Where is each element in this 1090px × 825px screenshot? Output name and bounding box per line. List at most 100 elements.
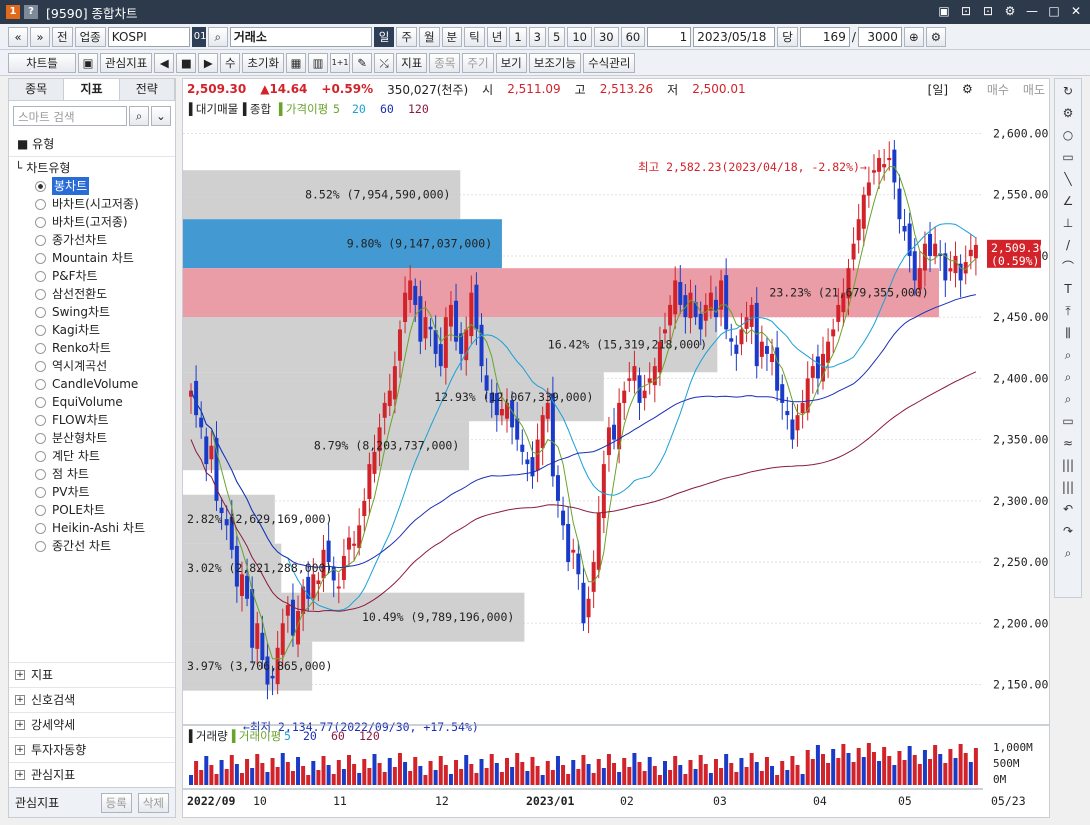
window-save-icon[interactable]: ⊡ — [958, 3, 974, 19]
period-tick-button[interactable]: 틱 — [464, 26, 485, 47]
reset-button[interactable]: 초기화 — [242, 52, 285, 73]
interval-30-button[interactable]: 30 — [593, 26, 619, 47]
radio-icon[interactable] — [35, 234, 46, 246]
tab-strategy[interactable]: 전략 — [119, 79, 175, 100]
drawing-tool-icon[interactable]: ↷ — [1058, 521, 1078, 541]
period-month-button[interactable]: 월 — [418, 26, 440, 47]
chart-type-item[interactable]: 역시계곡선 — [15, 357, 169, 375]
tree-node[interactable]: └ 차트유형 — [15, 159, 169, 177]
radio-icon[interactable] — [35, 306, 46, 318]
chart-type-item[interactable]: 종가선차트 — [15, 231, 169, 249]
chart-type-item[interactable]: 바차트(고저종) — [15, 213, 169, 231]
drawing-tool-icon[interactable]: ||| — [1058, 477, 1078, 497]
buy-button[interactable]: 매수 — [987, 81, 1009, 98]
minimize-button[interactable]: — — [1024, 3, 1040, 19]
chart-type-item[interactable]: 종간선 차트 — [15, 537, 169, 555]
radio-icon[interactable] — [35, 288, 46, 300]
name-input[interactable]: 거래소 — [229, 26, 372, 47]
prev-nav-icon[interactable]: « — [8, 26, 28, 47]
drawing-tool-icon[interactable]: ⤒ — [1058, 301, 1078, 321]
drawing-tool-icon[interactable]: / — [1058, 235, 1078, 255]
chart-type-item[interactable]: 계단 차트 — [15, 447, 169, 465]
delete-button[interactable]: 삭제 — [137, 792, 169, 813]
radio-icon[interactable] — [35, 324, 46, 336]
settings-icon[interactable]: ⚙ — [925, 26, 946, 47]
radio-icon[interactable] — [35, 486, 46, 498]
radio-icon[interactable] — [35, 432, 46, 444]
close-button[interactable]: ✕ — [1068, 3, 1084, 19]
radio-icon[interactable] — [35, 450, 46, 462]
radio-icon[interactable] — [35, 378, 46, 390]
drawing-tool-icon[interactable]: ▭ — [1058, 411, 1078, 431]
chart-type-item[interactable]: 봉차트 — [15, 177, 169, 195]
period-year-button[interactable]: 년 — [486, 26, 508, 47]
chart-template-button[interactable]: 차트틀 — [8, 52, 76, 73]
chart-type-item[interactable]: 점 차트 — [15, 465, 169, 483]
drawing-tool-icon[interactable]: ⌕ — [1058, 389, 1078, 409]
total-count-input[interactable]: 3000 — [857, 26, 902, 47]
prev-button[interactable]: 전 — [52, 26, 73, 47]
chart-settings-icon[interactable]: ⚙ — [962, 82, 973, 96]
interval-1-button[interactable]: 1 — [509, 26, 527, 47]
drawing-tool-icon[interactable]: ⊥ — [1058, 213, 1078, 233]
radio-icon[interactable] — [35, 198, 46, 210]
chart-type-item[interactable]: Mountain 차트 — [15, 249, 169, 267]
formula-manage-button[interactable]: 수식관리 — [583, 52, 636, 73]
type-button[interactable]: 업종 — [74, 26, 106, 47]
drawing-tool-icon[interactable]: T — [1058, 279, 1078, 299]
group-indicator[interactable]: + 지표 — [9, 662, 175, 687]
tab-stock[interactable]: 종목 — [9, 79, 65, 100]
radio-icon[interactable] — [35, 414, 46, 426]
chart-type-item[interactable]: 바차트(시고저종) — [15, 195, 169, 213]
group-strength[interactable]: + 강세약세 — [9, 712, 175, 737]
drawing-tool-icon[interactable]: ○ — [1058, 125, 1078, 145]
group-investor[interactable]: + 투자자동향 — [9, 737, 175, 762]
radio-icon[interactable] — [35, 522, 46, 534]
radio-icon[interactable] — [35, 396, 46, 408]
next-nav-icon[interactable]: » — [30, 26, 50, 47]
chart-type-item[interactable]: 삼선전환도 — [15, 285, 169, 303]
drawing-tool-icon[interactable]: ||| — [1058, 455, 1078, 475]
radio-icon[interactable] — [35, 504, 46, 516]
favorite-indicator-button[interactable]: 관심지표 — [100, 52, 153, 73]
window-print-icon[interactable]: ⊡ — [980, 3, 996, 19]
scissors-icon[interactable]: ⤯ — [374, 52, 395, 73]
drawing-tool-icon[interactable]: ⌕ — [1058, 345, 1078, 365]
search-icon[interactable]: ⌕ — [207, 26, 228, 47]
drawing-tool-icon[interactable]: ⚙ — [1058, 103, 1078, 123]
count-input[interactable]: 1 — [647, 26, 692, 47]
drawing-tool-icon[interactable]: ≈ — [1058, 433, 1078, 453]
left-arrow-icon[interactable]: ◀ — [154, 52, 175, 73]
code-input[interactable]: 01 — [191, 26, 207, 47]
cycle-button[interactable]: 주기 — [462, 52, 494, 73]
manual-icon[interactable]: 수 — [220, 52, 241, 73]
chart-type-item[interactable]: POLE차트 — [15, 501, 169, 519]
chart-type-item[interactable]: EquiVolume — [15, 393, 169, 411]
window-settings-icon[interactable]: ⚙ — [1002, 3, 1018, 19]
chart-type-item[interactable]: Swing차트 — [15, 303, 169, 321]
group-signal[interactable]: + 신호검색 — [9, 687, 175, 712]
layout-icon[interactable]: ▥ — [308, 52, 329, 73]
drawing-tool-icon[interactable]: ╲ — [1058, 169, 1078, 189]
chart-type-item[interactable]: 분산형차트 — [15, 429, 169, 447]
expand-icon[interactable]: ⌄ — [151, 106, 171, 126]
view-button[interactable]: 보기 — [495, 52, 527, 73]
drawing-tool-icon[interactable]: ▭ — [1058, 147, 1078, 167]
radio-icon[interactable] — [35, 216, 46, 228]
interval-3-button[interactable]: 3 — [528, 26, 546, 47]
drawing-tool-icon[interactable]: ⌒ — [1058, 257, 1078, 277]
radio-icon[interactable] — [35, 342, 46, 354]
save-icon[interactable]: ▣ — [78, 52, 98, 73]
period-minute-button[interactable]: 분 — [441, 26, 463, 47]
indicator-button[interactable]: 지표 — [396, 52, 428, 73]
stop-icon[interactable]: ■ — [176, 52, 197, 73]
interval-10-button[interactable]: 10 — [567, 26, 592, 47]
draw-icon[interactable]: ✎ — [352, 52, 373, 73]
drawing-tool-icon[interactable]: ↻ — [1058, 81, 1078, 101]
radio-icon[interactable] — [35, 540, 46, 552]
unit-button[interactable]: 당 — [777, 26, 798, 47]
date-input[interactable]: 2023/05/18 — [693, 26, 776, 47]
interval-60-button[interactable]: 60 — [620, 26, 646, 47]
chart-area[interactable]: 2,509.30 ▲14.64 +0.59% 350,027(천주) 시 2,5… — [182, 78, 1050, 818]
search-button-icon[interactable]: ⌕ — [129, 106, 149, 126]
